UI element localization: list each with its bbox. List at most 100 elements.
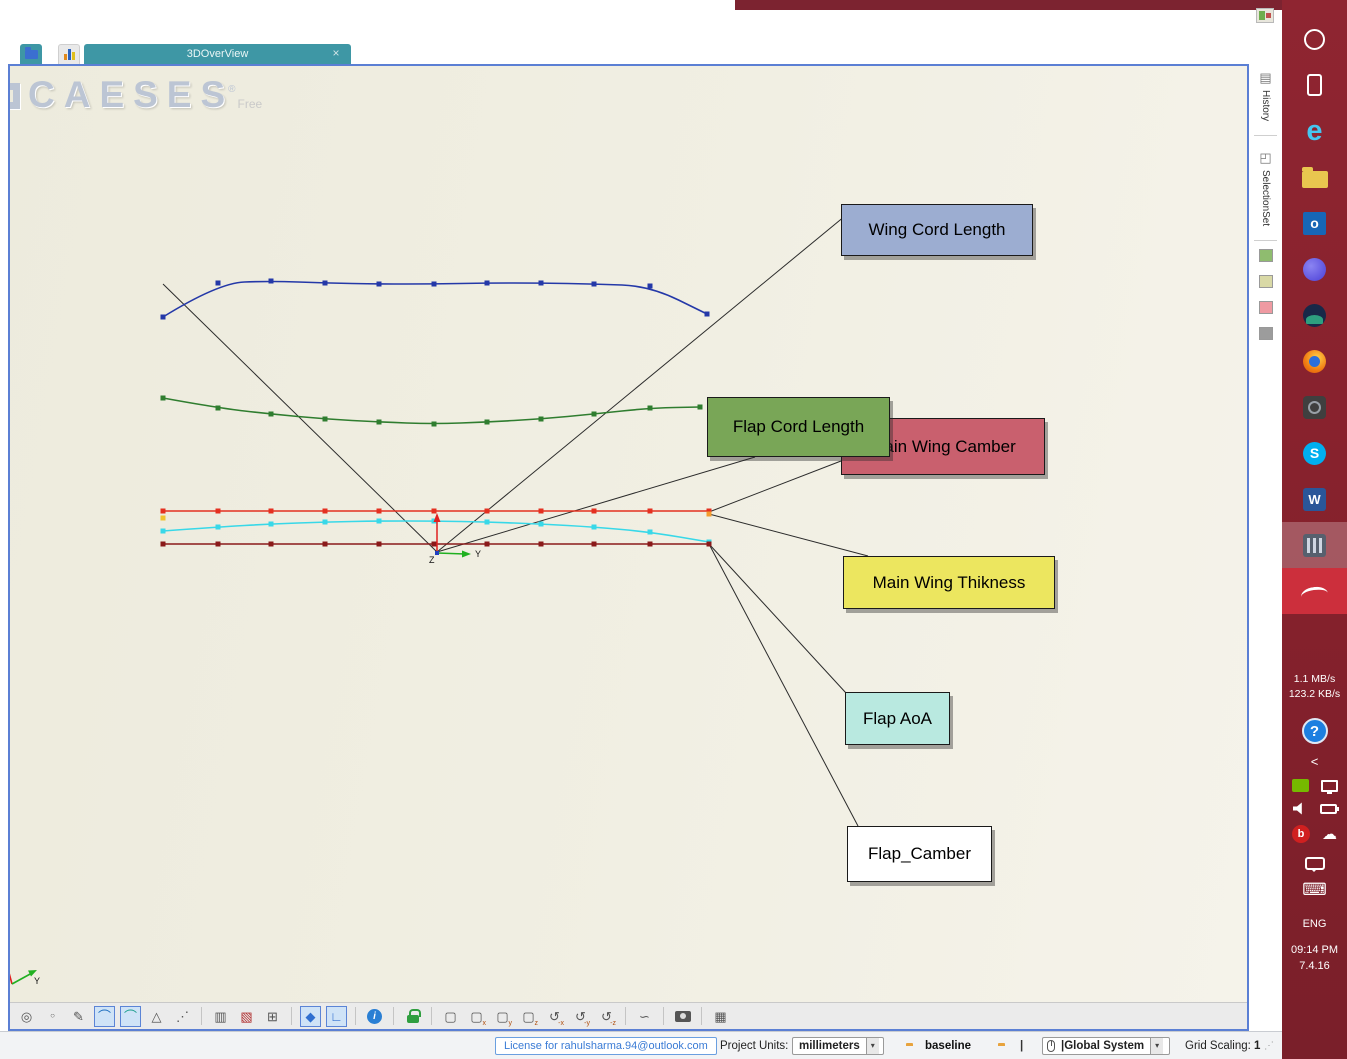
3d-viewport[interactable]: CAESES ® Free ZY Wing Cord Length Main Wi… [10, 66, 1247, 1002]
outlook-icon-slot: o [1282, 200, 1347, 246]
point-tool-icon[interactable]: ○ [42, 1006, 63, 1027]
close-tab-icon[interactable] [329, 46, 343, 61]
wing-camber-curve-control-point [431, 421, 437, 427]
chat-icon[interactable] [1304, 857, 1325, 872]
outlook-icon[interactable]: o [1303, 211, 1326, 235]
grid-plus-icon[interactable]: ⊞ [262, 1006, 283, 1027]
view-minus-x-icon[interactable]: ↺ -x [544, 1006, 565, 1027]
chevron-down-icon[interactable] [1150, 1037, 1164, 1054]
firefox-icon[interactable] [1303, 349, 1326, 373]
wing-top-curve [162, 280, 708, 318]
main-wing-line-control-point [647, 508, 653, 514]
view-minus-y-icon[interactable]: ↺ -y [570, 1006, 591, 1027]
wing-top-curve-control-point [591, 281, 597, 287]
flap-aoa-curve [162, 520, 710, 543]
surface-tool-icon[interactable]: △ [146, 1006, 167, 1027]
flap-aoa-curve-control-point [484, 519, 490, 525]
photos-icon[interactable] [1303, 303, 1326, 327]
flap-aoa-label[interactable]: Flap AoA [845, 692, 950, 745]
nvidia-icon[interactable] [1291, 779, 1309, 792]
tray-image-icon[interactable] [1256, 8, 1274, 23]
axes-snap-icon[interactable]: ∟ [326, 1005, 347, 1027]
color-swatch[interactable] [1258, 249, 1273, 263]
language-indicator[interactable]: ENG [1303, 918, 1327, 930]
word-icon-slot: W [1282, 476, 1347, 522]
chevron-down-icon[interactable] [865, 1037, 879, 1054]
annotation-tool-icon[interactable]: ▧ [236, 1006, 257, 1027]
flap-line-control-point [706, 541, 712, 547]
red-app-tray-icon[interactable]: b [1292, 825, 1310, 843]
color-swatch[interactable] [1258, 301, 1273, 315]
wing-top-curve-control-point [538, 280, 544, 286]
main-wing-thickness-label[interactable]: Main Wing Thikness [843, 556, 1055, 609]
grey-app-icon[interactable] [1303, 395, 1326, 419]
snapshot-icon[interactable] [672, 1006, 693, 1027]
hatch-tool-icon[interactable]: ▥ [210, 1006, 231, 1027]
wing-cord-length-label[interactable]: Wing Cord Length [841, 204, 1033, 256]
movies-app-icon[interactable] [1303, 533, 1326, 557]
sweep-icon[interactable]: ∽ [634, 1006, 655, 1027]
color-swatch[interactable] [1258, 327, 1273, 341]
viewport-icon[interactable]: ◎ [16, 1006, 37, 1027]
title-strip [735, 0, 1282, 10]
device-icon[interactable] [1307, 74, 1322, 96]
view-minus-z-icon[interactable]: ↺ -z [596, 1006, 617, 1027]
leader-line [708, 460, 842, 513]
selectionset-tab[interactable]: ◰ SelectionSet [1249, 144, 1282, 232]
view-y-icon[interactable]: ▢ y [492, 1006, 513, 1027]
flap-line-control-point [647, 541, 653, 547]
tab-project[interactable] [20, 44, 42, 64]
lock-icon[interactable] [402, 1006, 423, 1027]
polyline-tool-icon[interactable]: ⋰ [172, 1006, 193, 1027]
tab-chart[interactable] [58, 44, 80, 64]
units-dropdown[interactable]: millimeters [792, 1036, 884, 1055]
pen-tool-icon[interactable]: ✎ [68, 1006, 89, 1027]
license-info[interactable]: License for rahulsharma.94@outlook.com [495, 1036, 717, 1055]
view-x-icon[interactable]: ▢ x [466, 1006, 487, 1027]
coordinate-system-dropdown[interactable]: |Global System [1042, 1036, 1170, 1055]
flap-aoa-curve-control-point [160, 528, 166, 534]
flap-line-control-point [322, 541, 328, 547]
store-icon[interactable] [1304, 28, 1325, 50]
side-panel-strip: ▤ History ◰ SelectionSet [1249, 64, 1282, 1031]
origin-y-arrow [462, 550, 471, 558]
tab-3doverview[interactable]: 3DOverView [84, 44, 351, 64]
flap-cord-length-label[interactable]: Flap Cord Length [707, 397, 890, 457]
color-swatch[interactable] [1258, 275, 1273, 289]
flap-line-control-point [376, 541, 382, 547]
shield-icon[interactable]: ◆ [300, 1005, 321, 1027]
view-box-icon[interactable]: ▢ [440, 1006, 461, 1027]
edge-icon[interactable]: e [1306, 116, 1322, 146]
help-icon[interactable]: ? [1301, 718, 1328, 744]
selection-set-icon: ◰ [1259, 150, 1272, 166]
wing-camber-curve-control-point [484, 419, 490, 425]
svg-text:Y: Y [34, 976, 40, 986]
flap-camber-label[interactable]: Flap_Camber [847, 826, 992, 882]
grid-toggle-icon[interactable]: ▦ [710, 1006, 731, 1027]
view-z-icon[interactable]: ▢ z [518, 1006, 539, 1027]
cloud-icon[interactable]: ☁ [1322, 825, 1337, 843]
purple-app-icon[interactable] [1303, 257, 1326, 281]
curve-tool-icon[interactable]: ⌒ [94, 1005, 115, 1027]
skype-icon[interactable]: S [1303, 441, 1326, 465]
volume-icon[interactable] [1292, 802, 1302, 815]
keyboard-icon[interactable]: ⌨ [1302, 880, 1327, 900]
leader-line [708, 543, 847, 694]
display-icon[interactable] [1320, 779, 1338, 794]
chevron-left-icon[interactable]: < [1311, 754, 1319, 769]
firefox-icon-slot [1282, 338, 1347, 384]
taskbar-clock[interactable]: 09:14 PM 7.4.16 [1291, 942, 1338, 974]
wing-top-curve-control-point [215, 280, 221, 286]
history-tab[interactable]: ▤ History [1249, 64, 1282, 127]
wing-top-curve-control-point [704, 311, 710, 317]
power-icon[interactable] [1319, 803, 1339, 814]
caeses-app-icon[interactable] [1301, 578, 1328, 605]
history-icon: ▤ [1259, 70, 1272, 85]
file-explorer-icon[interactable] [1301, 166, 1328, 188]
resize-grip[interactable] [1264, 1040, 1275, 1051]
curve-edit-tool-icon[interactable]: ⌒ [120, 1005, 141, 1027]
statusbar-separator: | [1020, 1039, 1024, 1052]
word-icon[interactable]: W [1303, 487, 1326, 511]
info-icon[interactable]: i [364, 1006, 385, 1027]
license-text: License for rahulsharma.94@outlook.com [504, 1039, 708, 1052]
